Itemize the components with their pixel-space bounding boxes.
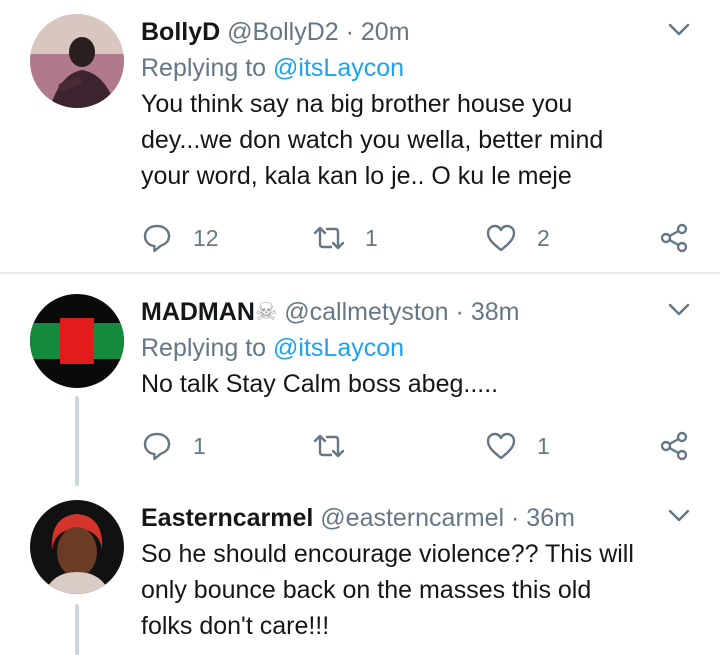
separator-dot: · [345, 18, 354, 46]
avatar-flag-icon [30, 294, 124, 388]
tweet-header: BollyD @BollyD2 · 20m [141, 14, 690, 50]
tweet-text-line: only bounce back on the masses this old [141, 576, 592, 604]
separator-dot: · [511, 504, 520, 532]
retweet-button[interactable] [313, 428, 365, 464]
tweet-text-line: dey...we don watch you wella, better min… [141, 126, 604, 154]
retweet-icon [313, 226, 345, 250]
reply-button[interactable]: 1 [141, 428, 206, 464]
retweet-icon [313, 434, 345, 458]
like-button[interactable]: 1 [485, 428, 550, 464]
reply-count: 12 [193, 224, 219, 251]
avatar[interactable] [30, 294, 124, 388]
avatar-photo-icon [30, 500, 124, 594]
tweet-text: You think say na big brother house you d… [141, 86, 690, 194]
tweet-bollyd[interactable]: BollyD @BollyD2 · 20m Replying to @itsLa… [0, 0, 720, 272]
chevron-down-icon[interactable] [668, 302, 690, 318]
separator-dot: · [455, 298, 464, 326]
timestamp[interactable]: 20m [361, 18, 410, 46]
user-handle[interactable]: @BollyD2 [227, 18, 339, 46]
share-button[interactable] [658, 220, 690, 256]
replying-to: Replying to @itsLaycon [141, 330, 690, 366]
tweet-actions: 12 1 2 [141, 220, 690, 256]
reply-count: 1 [193, 432, 206, 459]
retweet-count: 1 [365, 224, 378, 251]
display-name[interactable]: MADMAN [141, 298, 255, 326]
reply-icon [143, 432, 171, 461]
tweet-madman[interactable]: MADMAN☠ @callmetyston · 38m Replying to … [0, 274, 720, 486]
replying-to-link[interactable]: @itsLaycon [273, 334, 404, 362]
tweet-actions: 1 1 [141, 428, 690, 464]
chevron-down-icon[interactable] [668, 508, 690, 524]
thread-line [75, 604, 79, 655]
replying-to: Replying to @itsLaycon [141, 50, 690, 86]
tweet-header: Easterncarmel @easterncarmel · 36m [141, 500, 690, 536]
share-icon [660, 431, 688, 461]
thread-line [75, 396, 79, 486]
user-handle[interactable]: @easterncarmel [320, 504, 504, 532]
heart-icon [486, 224, 516, 252]
tweet-text-line: No talk Stay Calm boss abeg..... [141, 370, 499, 398]
reply-button[interactable]: 12 [141, 220, 219, 256]
user-handle[interactable]: @callmetyston [284, 298, 448, 326]
tweet-text: No talk Stay Calm boss abeg..... [141, 366, 690, 402]
timestamp[interactable]: 36m [526, 504, 575, 532]
tweet-text-line: your word, kala kan lo je.. O ku le meje [141, 162, 572, 190]
tweet-text-line: So he should encourage violence?? This w… [141, 540, 634, 568]
share-icon [660, 223, 688, 253]
like-count: 1 [537, 432, 550, 459]
tweet-text: So he should encourage violence?? This w… [141, 536, 690, 644]
chevron-down-icon[interactable] [668, 22, 690, 38]
display-name[interactable]: Easterncarmel [141, 504, 313, 532]
avatar-photo-icon [30, 14, 124, 108]
share-button[interactable] [658, 428, 690, 464]
tweet-easterncarmel[interactable]: Easterncarmel @easterncarmel · 36m So he… [0, 486, 720, 655]
replying-to-label: Replying to [141, 334, 267, 362]
replying-to-link[interactable]: @itsLaycon [273, 54, 404, 82]
tweet-text-line: folks don't care!!! [141, 612, 330, 640]
tweet-header: MADMAN☠ @callmetyston · 38m [141, 294, 690, 330]
reply-icon [143, 224, 171, 253]
timestamp[interactable]: 38m [471, 298, 520, 326]
avatar[interactable] [30, 500, 124, 594]
display-name[interactable]: BollyD [141, 18, 220, 46]
tweet-text-line: You think say na big brother house you [141, 90, 573, 118]
replying-to-label: Replying to [141, 54, 267, 82]
skull-crossbones-icon: ☠ [254, 298, 278, 326]
heart-icon [486, 432, 516, 460]
like-button[interactable]: 2 [485, 220, 550, 256]
avatar[interactable] [30, 14, 124, 108]
retweet-button[interactable]: 1 [313, 220, 378, 256]
like-count: 2 [537, 224, 550, 251]
